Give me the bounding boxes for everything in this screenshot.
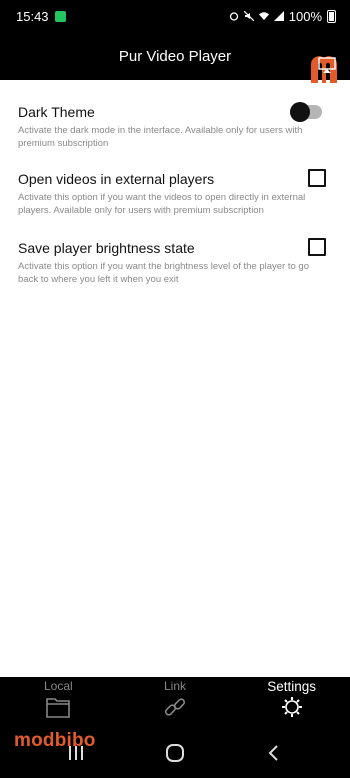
nav-local[interactable]: Local (0, 677, 117, 719)
brightness-state-checkbox[interactable] (308, 238, 326, 256)
cast-icon[interactable] (316, 54, 338, 76)
toggle-knob (290, 102, 310, 122)
setting-title: Dark Theme (18, 104, 95, 120)
setting-brightness-state[interactable]: Save player brightness state Activate th… (0, 238, 350, 286)
link-icon (164, 698, 186, 716)
setting-description: Activate the dark mode in the interface.… (18, 125, 303, 149)
back-icon[interactable] (264, 743, 284, 763)
status-bar: 15:43 100% (0, 0, 350, 32)
setting-description: Activate this option if you want the bri… (18, 261, 309, 285)
nav-link[interactable]: Link (117, 677, 234, 719)
setting-title: Open videos in external players (18, 171, 215, 187)
nav-label: Settings (267, 679, 317, 694)
dark-theme-toggle[interactable] (290, 102, 322, 122)
signal-icon (273, 11, 284, 21)
alarm-icon (229, 12, 238, 21)
system-nav-bar: modbibo (0, 719, 350, 778)
gear-icon (281, 697, 302, 717)
mute-icon (243, 11, 254, 21)
battery-icon (327, 9, 336, 23)
home-icon[interactable] (165, 743, 185, 763)
nav-label: Local (43, 679, 73, 693)
app-lock-icon (54, 10, 66, 22)
status-time: 15:43 (16, 8, 49, 24)
setting-external-players[interactable]: Open videos in external players Activate… (0, 169, 350, 217)
setting-title: Save player brightness state (18, 240, 195, 256)
recent-apps-icon[interactable] (66, 743, 86, 763)
bottom-nav: Local Link Settings (0, 677, 350, 719)
app-title: Pur Video Player (118, 47, 232, 65)
nav-label: Link (164, 679, 187, 693)
folder-icon (46, 698, 71, 718)
external-players-checkbox[interactable] (308, 169, 326, 187)
nav-settings[interactable]: Settings (233, 677, 350, 719)
battery-percent: 100% (288, 8, 322, 24)
setting-dark-theme[interactable]: Dark Theme Activate the dark mode in the… (0, 102, 350, 150)
wifi-icon (258, 12, 269, 20)
setting-description: Activate this option if you want the vid… (18, 192, 306, 216)
app-bar: Pur Video Player (0, 32, 350, 83)
